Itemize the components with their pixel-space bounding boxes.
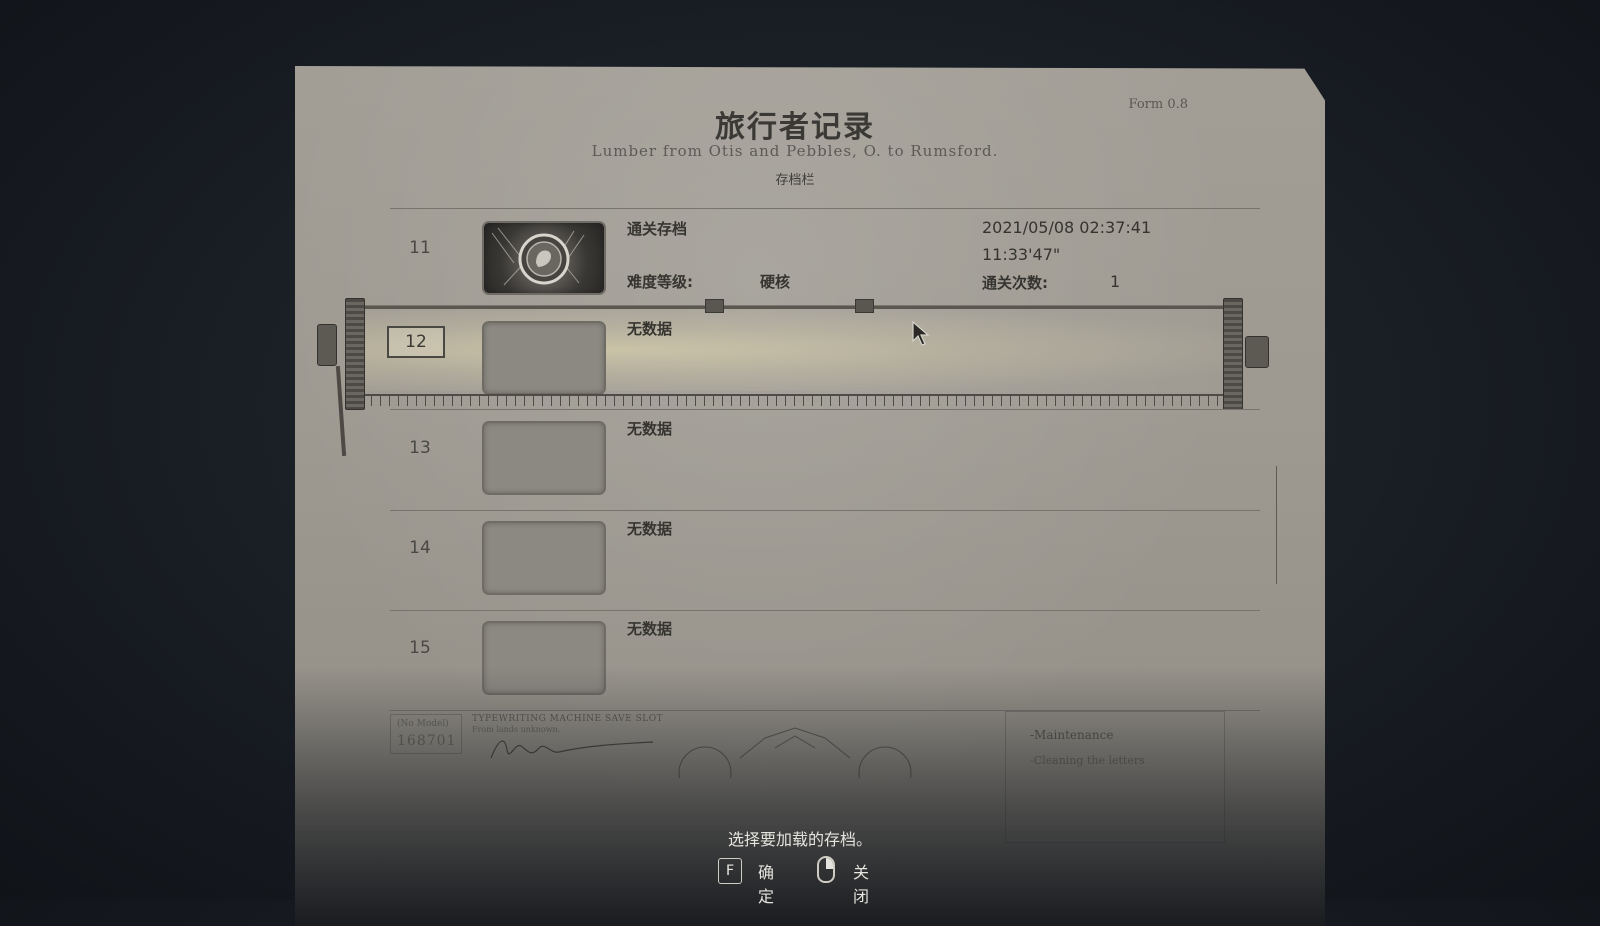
- slot-title: 无数据: [627, 520, 673, 538]
- page-subtitle: Lumber from Otis and Pebbles, O. to Rums…: [591, 142, 999, 160]
- typewriter-blueprint-icon: [678, 727, 912, 778]
- slot-title: 通关存档: [627, 220, 688, 238]
- platen-knob-right: [1223, 298, 1243, 410]
- slot-title: 无数据: [627, 620, 673, 638]
- instruction-text: 选择要加载的存档。: [727, 830, 872, 849]
- maintenance-box: -Maintenance -Cleaning the letters: [1005, 711, 1225, 843]
- paper-clip: [855, 299, 874, 313]
- maintenance-title: -Maintenance: [1030, 728, 1114, 742]
- paper-clip: [705, 299, 724, 313]
- serial-value: 168701: [397, 733, 457, 749]
- empty-thumbnail: [482, 621, 606, 695]
- clears-label: 通关次数:: [982, 274, 1048, 292]
- key-f-icon: F: [718, 858, 742, 884]
- difficulty-label: 难度等级:: [627, 273, 693, 291]
- slot-number: 13: [409, 438, 431, 458]
- slot-number: 11: [409, 238, 431, 258]
- form-number: Form 0.8: [1128, 97, 1188, 112]
- divider: [390, 510, 1260, 511]
- typewriter-carriage-bar: [353, 305, 1228, 309]
- divider: [390, 208, 1260, 209]
- empty-thumbnail: [482, 421, 606, 495]
- knob-cap-right: [1245, 336, 1269, 368]
- clears-value: 1: [1110, 272, 1121, 291]
- playtime: 11:33'47": [982, 245, 1061, 264]
- serial-label: (No Model): [397, 719, 449, 729]
- save-slot-11[interactable]: 11 通关存档 2021/05/08 02:37:41 11:33'47" 难度…: [295, 218, 1295, 318]
- platen-knob-left: [345, 298, 365, 410]
- serial-box: (No Model) 168701: [390, 714, 462, 754]
- save-thumbnail: [482, 221, 606, 295]
- slot-number: 15: [409, 638, 431, 658]
- mouse-icon: [817, 856, 835, 883]
- section-label: 存档栏: [775, 173, 815, 188]
- margin-line: [1276, 466, 1277, 584]
- save-datetime: 2021/05/08 02:37:41: [982, 218, 1152, 237]
- save-record-sheet: 旅行者记录 Lumber from Otis and Pebbles, O. t…: [295, 66, 1325, 926]
- empty-thumbnail: [482, 521, 606, 595]
- knob-cap-left: [317, 324, 337, 366]
- slot-number: 14: [409, 538, 431, 558]
- selected-slot-number: 12: [387, 326, 445, 358]
- typewriter-scale: [353, 394, 1228, 406]
- maintenance-item: -Cleaning the letters: [1030, 754, 1145, 767]
- signature-icon: [490, 740, 654, 759]
- machine-label: TYPEWRITING MACHINE SAVE SLOT: [472, 714, 664, 724]
- slot-title: 无数据: [627, 320, 673, 338]
- empty-thumbnail: [482, 321, 606, 395]
- difficulty-value: 硬核: [760, 273, 791, 291]
- cursor-icon: [912, 321, 930, 346]
- save-slot-13[interactable]: 13 无数据: [295, 418, 1295, 518]
- save-slot-15[interactable]: 15 无数据: [295, 618, 1295, 718]
- save-slot-14[interactable]: 14 无数据: [295, 518, 1295, 618]
- slot-title: 无数据: [627, 420, 673, 438]
- divider: [390, 610, 1260, 611]
- divider: [390, 409, 1260, 410]
- save-thumbnail-emblem-icon: [491, 227, 585, 286]
